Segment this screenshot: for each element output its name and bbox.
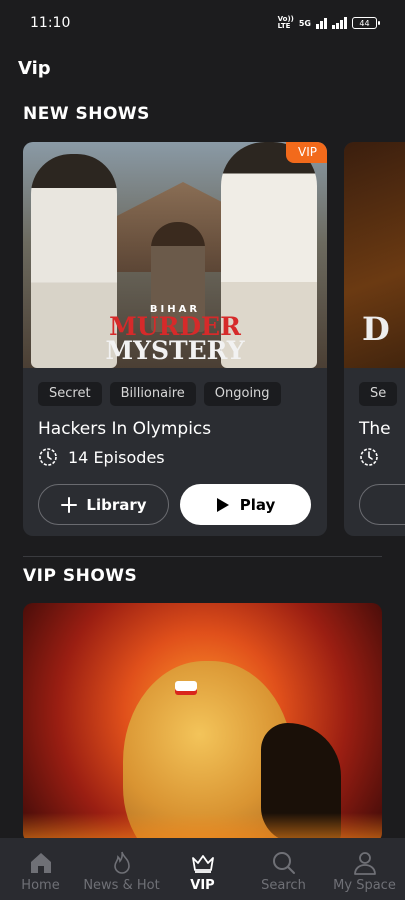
clock-icon: [39, 448, 57, 466]
nav-item-news-hot[interactable]: News & Hot: [82, 850, 162, 893]
section-divider: [23, 556, 382, 557]
nav-item-home[interactable]: Home: [1, 850, 81, 893]
status-icons: Vo)) LTE 5G 44: [277, 15, 380, 30]
flame-icon: [113, 851, 130, 874]
poster-title: BIHAR MURDER MYSTERY: [105, 304, 245, 365]
show-card[interactable]: D Se The: [344, 142, 405, 536]
play-icon: [216, 497, 229, 512]
poster-tilak: [175, 681, 197, 691]
crown-icon: [191, 854, 214, 873]
bottom-navigation: Home News & Hot VIP Search My Space: [0, 838, 405, 900]
vip-show-poster[interactable]: [23, 603, 382, 843]
new-shows-carousel[interactable]: BIHAR MURDER MYSTERY VIP Secret Billiona…: [23, 142, 405, 536]
clock-icon: [360, 448, 378, 466]
show-card[interactable]: BIHAR MURDER MYSTERY VIP Secret Billiona…: [23, 142, 327, 536]
nav-item-my-space[interactable]: My Space: [325, 850, 405, 893]
tag: Se: [359, 382, 398, 406]
page-title: Vip: [18, 58, 51, 79]
show-poster[interactable]: D: [344, 142, 405, 368]
play-button[interactable]: Play: [180, 484, 311, 525]
user-icon: [353, 851, 376, 875]
status-bar: 11:10 Vo)) LTE 5G 44: [0, 0, 405, 46]
tag: Ongoing: [203, 382, 281, 406]
network-type: 5G: [298, 18, 311, 28]
tag: Secret: [38, 382, 102, 406]
nav-item-search[interactable]: Search: [244, 850, 324, 893]
episode-count: 14 Episodes: [38, 447, 165, 467]
section-title-vip-shows: VIP SHOWS: [23, 566, 138, 586]
status-time: 11:10: [30, 15, 71, 31]
signal-icon-2: [332, 17, 347, 29]
section-title-new-shows: NEW SHOWS: [23, 104, 150, 124]
plus-icon: [61, 496, 78, 513]
search-icon: [272, 851, 295, 874]
poster-title: D: [362, 310, 390, 348]
vip-badge: VIP: [286, 142, 327, 163]
signal-icon: [316, 17, 327, 29]
show-poster[interactable]: BIHAR MURDER MYSTERY VIP: [23, 142, 327, 368]
volte-indicator: Vo)) LTE: [277, 15, 294, 30]
genre-tags: Secret Billionaire Ongoing: [38, 382, 281, 406]
play-label: Play: [239, 495, 276, 514]
home-icon: [30, 852, 51, 873]
battery-icon: 44: [352, 17, 380, 29]
add-to-library-button[interactable]: Library: [38, 484, 169, 525]
show-title[interactable]: The: [359, 419, 391, 439]
show-title[interactable]: Hackers In Olympics: [38, 419, 211, 439]
tag: Billionaire: [109, 382, 196, 406]
nav-item-vip[interactable]: VIP: [163, 850, 243, 893]
episode-count: [359, 447, 379, 467]
add-to-library-button[interactable]: [359, 484, 405, 525]
library-label: Library: [86, 495, 147, 514]
genre-tags: Se: [359, 382, 398, 406]
